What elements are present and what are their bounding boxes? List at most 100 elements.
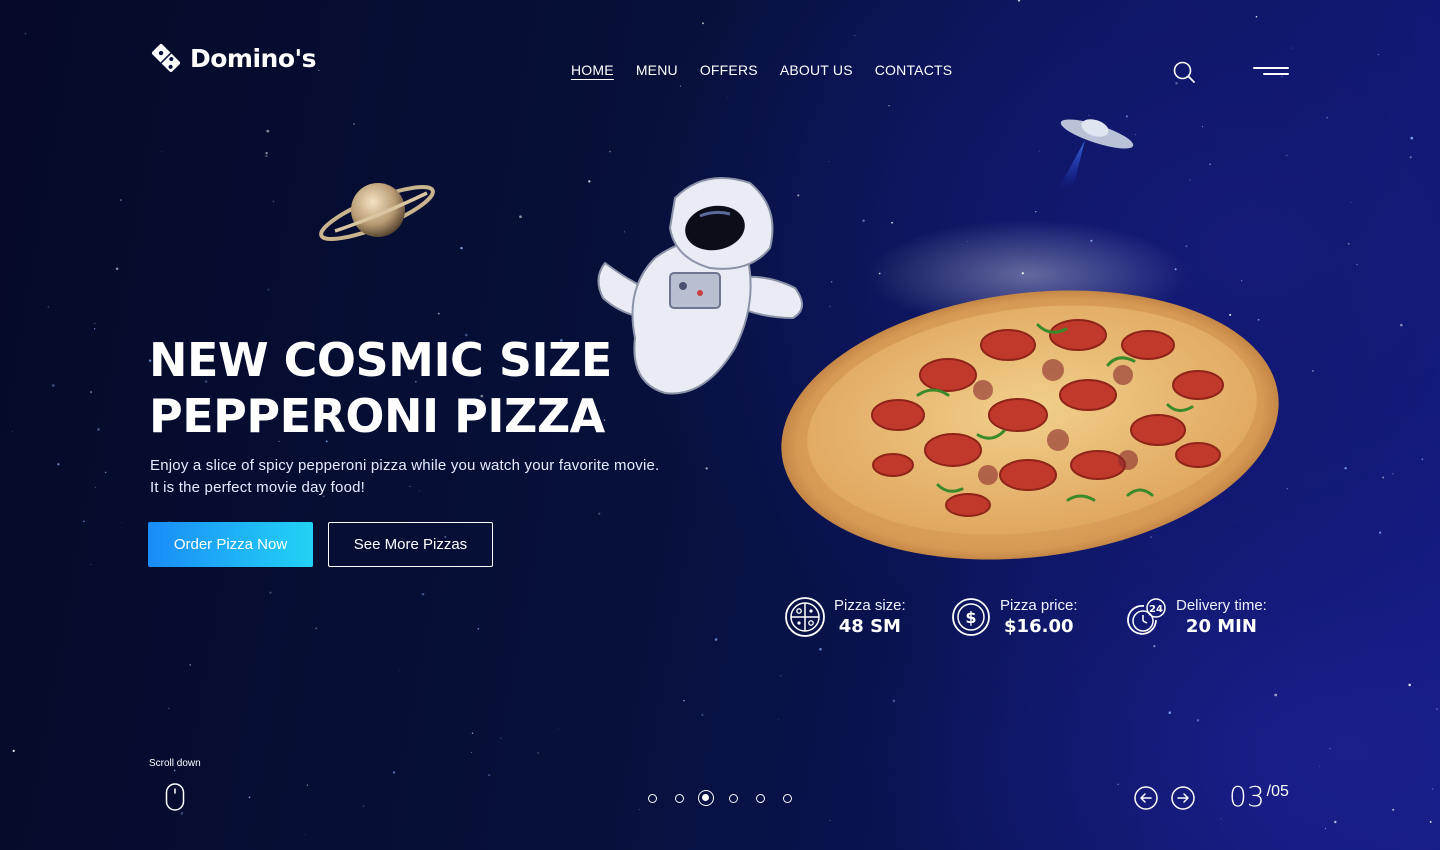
star xyxy=(1350,202,1352,203)
stat-delivery-time: 24 Delivery time: 20 MIN xyxy=(1126,596,1267,638)
stat-label: Delivery time: xyxy=(1176,597,1267,614)
star xyxy=(828,161,830,163)
star xyxy=(1429,820,1432,823)
star xyxy=(1334,820,1337,824)
arrow-left-circle-icon[interactable] xyxy=(1134,786,1158,810)
star xyxy=(1286,154,1288,156)
star xyxy=(353,122,356,125)
star xyxy=(1324,828,1326,830)
star xyxy=(421,592,425,596)
star xyxy=(537,752,539,754)
star xyxy=(1344,467,1347,470)
slide-dot-1[interactable] xyxy=(648,789,675,807)
star xyxy=(1189,179,1191,181)
star xyxy=(780,674,782,677)
domino-tile-icon xyxy=(151,43,181,73)
star xyxy=(120,199,122,201)
star xyxy=(778,719,779,721)
star xyxy=(1400,323,1403,327)
star xyxy=(1409,156,1412,159)
search-icon[interactable] xyxy=(1172,60,1196,84)
svg-text:$: $ xyxy=(965,608,976,627)
star xyxy=(97,428,100,431)
main-nav: HOME MENU OFFERS ABOUT US CONTACTS xyxy=(571,62,952,78)
star xyxy=(1421,458,1424,461)
star xyxy=(189,664,191,666)
ufo-image xyxy=(1059,119,1134,188)
hamburger-menu-icon[interactable] xyxy=(1253,64,1289,78)
star xyxy=(1311,369,1314,372)
star xyxy=(1196,719,1200,722)
star xyxy=(362,805,365,807)
star xyxy=(1431,788,1434,790)
star xyxy=(470,752,472,754)
slide-pagination xyxy=(648,789,810,807)
slide-dot-5[interactable] xyxy=(756,789,783,807)
star xyxy=(1017,0,1021,2)
nav-item-offers[interactable]: OFFERS xyxy=(700,62,758,78)
star xyxy=(90,564,92,565)
star xyxy=(437,312,440,315)
star xyxy=(702,22,704,25)
star xyxy=(829,819,831,821)
arrow-right-circle-icon[interactable] xyxy=(1171,786,1195,810)
star xyxy=(714,638,718,641)
star xyxy=(1153,645,1156,648)
star xyxy=(248,796,251,799)
star xyxy=(168,707,170,710)
star xyxy=(888,105,890,107)
slide-dot-6[interactable] xyxy=(783,789,810,807)
nav-item-about-us[interactable]: ABOUT US xyxy=(780,62,853,78)
slide-dot-4[interactable] xyxy=(729,789,756,807)
star xyxy=(892,699,896,703)
star xyxy=(272,200,275,203)
star xyxy=(1035,211,1037,213)
star xyxy=(1318,766,1320,767)
star xyxy=(47,306,49,308)
stat-pizza-price: $ Pizza price: $16.00 xyxy=(950,596,1078,638)
star xyxy=(1286,488,1288,490)
star xyxy=(1220,818,1222,820)
star xyxy=(104,471,107,474)
star xyxy=(304,834,306,836)
star xyxy=(1356,264,1358,266)
star xyxy=(173,769,176,772)
star xyxy=(318,70,320,71)
see-more-pizzas-button[interactable]: See More Pizzas xyxy=(328,522,493,567)
slide-dot-3[interactable] xyxy=(698,789,729,807)
brand-logo[interactable]: Domino's xyxy=(148,40,317,76)
star xyxy=(1117,783,1119,785)
clock-24-icon: 24 xyxy=(1127,598,1166,635)
star xyxy=(701,713,704,717)
mouse-icon[interactable] xyxy=(165,783,185,811)
stat-value: $16.00 xyxy=(1004,616,1074,637)
star xyxy=(161,151,163,152)
star xyxy=(392,771,396,774)
nav-item-contacts[interactable]: CONTACTS xyxy=(875,62,953,78)
nav-item-home[interactable]: HOME xyxy=(571,62,614,78)
star xyxy=(12,749,15,753)
star xyxy=(93,328,96,330)
dollar-coin-icon: $ xyxy=(952,598,990,636)
star xyxy=(115,267,119,271)
star xyxy=(679,85,681,87)
star xyxy=(180,812,184,815)
star xyxy=(1168,711,1172,715)
star xyxy=(477,627,480,630)
nav-item-menu[interactable]: MENU xyxy=(636,62,678,78)
star xyxy=(94,486,96,488)
order-pizza-button[interactable]: Order Pizza Now xyxy=(148,522,313,567)
star xyxy=(727,96,728,98)
stat-label: Pizza price: xyxy=(1000,597,1078,614)
stat-value: 20 MIN xyxy=(1185,616,1257,637)
stat-pizza-size: Pizza size: 48 SM xyxy=(784,596,906,638)
star xyxy=(90,391,93,394)
svg-text:24: 24 xyxy=(1149,604,1163,615)
star xyxy=(609,150,611,153)
stat-value: 48 SM xyxy=(838,616,901,637)
saturn-planet-image xyxy=(319,183,435,241)
star xyxy=(266,129,270,133)
star xyxy=(1209,163,1211,165)
brand-name: Domino's xyxy=(190,43,317,73)
star xyxy=(265,151,268,155)
